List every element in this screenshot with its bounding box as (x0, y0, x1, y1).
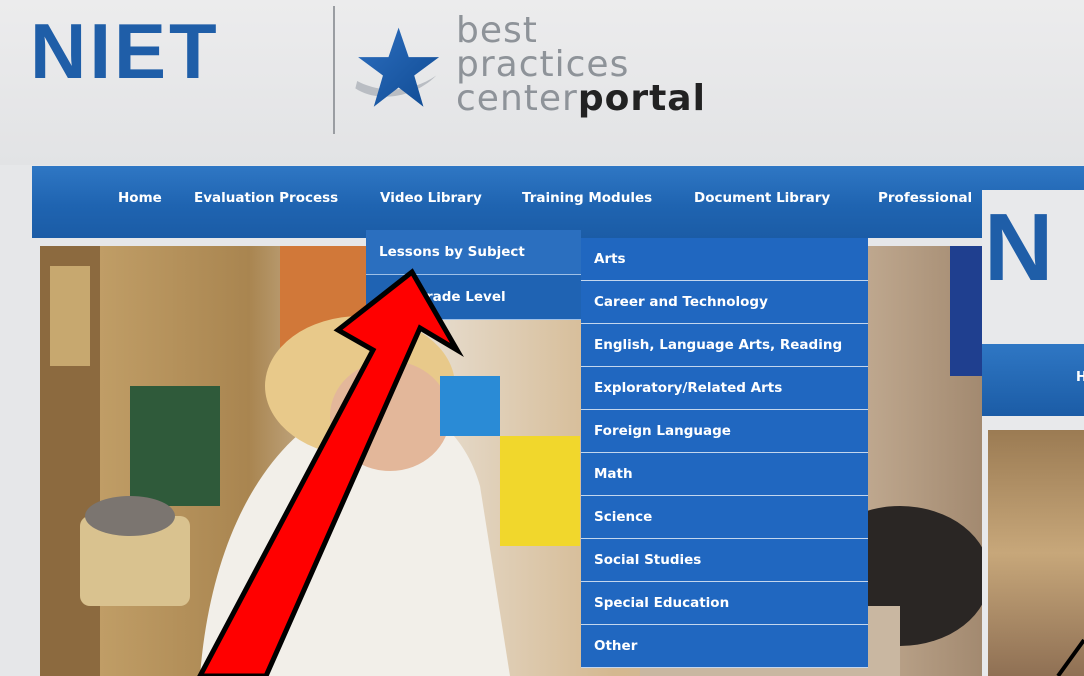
nav-video-library[interactable]: Video Library (380, 190, 482, 206)
nav-home[interactable]: Home (118, 190, 162, 206)
nav-training-modules[interactable]: Training Modules (522, 190, 652, 206)
submenu-lessons-by-grade-level[interactable]: s by Grade Level (366, 275, 581, 320)
wordmark-line1: best (456, 10, 538, 51)
video-library-submenu: Lessons by Subject s by Grade Level (366, 230, 581, 320)
overlay-screenshot-inset: N H (982, 190, 1084, 676)
overlay-photo (988, 430, 1084, 676)
overlay-logo-fragment: N (984, 194, 1054, 301)
overlay-nav-bar: H (982, 344, 1084, 416)
nav-document-library[interactable]: Document Library (694, 190, 830, 206)
flyout-science[interactable]: Science (581, 496, 868, 539)
star-icon (355, 27, 440, 107)
wordmark-center: center (456, 78, 578, 119)
flyout-math[interactable]: Math (581, 453, 868, 496)
wordmark-line2: practices (456, 44, 630, 85)
flyout-english-language-arts-reading[interactable]: English, Language Arts, Reading (581, 324, 868, 367)
main-nav: Home Evaluation Process Video Library Tr… (32, 166, 1084, 238)
nav-professional[interactable]: Professional (878, 190, 972, 206)
flyout-arts[interactable]: Arts (581, 238, 868, 281)
flyout-exploratory-related-arts[interactable]: Exploratory/Related Arts (581, 367, 868, 410)
subject-flyout-menu: Arts Career and Technology English, Lang… (581, 238, 868, 668)
logo-divider (333, 6, 335, 134)
flyout-other[interactable]: Other (581, 625, 868, 668)
flyout-social-studies[interactable]: Social Studies (581, 539, 868, 582)
submenu-lessons-by-subject[interactable]: Lessons by Subject (366, 230, 581, 275)
nav-evaluation-process[interactable]: Evaluation Process (194, 190, 338, 206)
niet-logo[interactable]: NIET (30, 6, 220, 96)
overlay-nav-fragment: H (1076, 370, 1084, 385)
flyout-special-education[interactable]: Special Education (581, 582, 868, 625)
site-header: NIET best practices centerportal (0, 0, 1084, 165)
best-practices-wordmark: best practices centerportal (456, 10, 706, 117)
flyout-foreign-language[interactable]: Foreign Language (581, 410, 868, 453)
flyout-career-and-technology[interactable]: Career and Technology (581, 281, 868, 324)
wordmark-line3: centerportal (456, 81, 706, 117)
wordmark-portal: portal (577, 78, 706, 119)
